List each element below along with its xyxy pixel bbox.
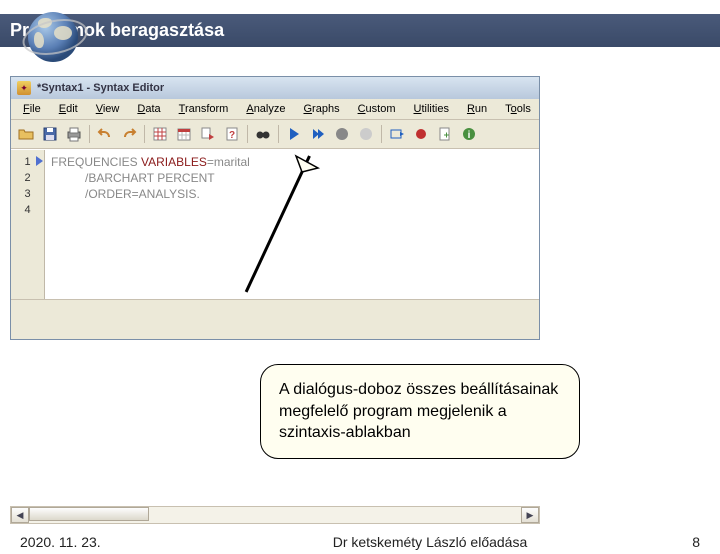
horizontal-scrollbar[interactable]: ◀ ▶	[10, 506, 540, 524]
gutter-line[interactable]: 2	[11, 170, 44, 186]
menu-run[interactable]: Run	[459, 101, 495, 117]
scroll-thumb[interactable]	[29, 507, 149, 521]
footer-page: 8	[640, 534, 700, 550]
menu-utilities[interactable]: Utilities	[406, 101, 457, 117]
gutter-line[interactable]: 4	[11, 202, 44, 218]
app-icon: ✦	[17, 81, 31, 95]
code-line: /BARCHART PERCENT	[51, 170, 533, 186]
scroll-left-button[interactable]: ◀	[11, 507, 29, 523]
chevron-left-icon: ◀	[17, 510, 24, 521]
globe-decor	[28, 12, 78, 62]
callout: A dialógus-doboz összes beállításainak m…	[260, 234, 580, 459]
svg-text:?: ?	[229, 130, 235, 141]
menu-analyze[interactable]: Analyze	[238, 101, 293, 117]
toolbar: ? i	[11, 120, 539, 149]
line-gutter: 1 2 3 4	[11, 150, 45, 299]
menu-transform[interactable]: Transform	[171, 101, 237, 117]
undo-icon[interactable]	[94, 123, 116, 145]
svg-text:i: i	[468, 130, 471, 141]
help-icon[interactable]: ?	[221, 123, 243, 145]
redo-icon[interactable]	[118, 123, 140, 145]
scroll-right-button[interactable]: ▶	[521, 507, 539, 523]
menu-data[interactable]: Data	[129, 101, 168, 117]
footer-center: Dr ketskeméty László előadása	[220, 534, 640, 550]
breakpoint-icon[interactable]	[410, 123, 432, 145]
export-icon[interactable]	[197, 123, 219, 145]
run-all-icon[interactable]	[307, 123, 329, 145]
scroll-track[interactable]	[29, 507, 521, 523]
save-icon[interactable]	[39, 123, 61, 145]
data-grid-icon[interactable]	[149, 123, 171, 145]
footer-date: 2020. 11. 23.	[20, 534, 220, 550]
stop-dim-icon[interactable]	[355, 123, 377, 145]
menu-view[interactable]: View	[88, 101, 128, 117]
menu-custom[interactable]: Custom	[350, 101, 404, 117]
menu-graphs[interactable]: Graphs	[295, 101, 347, 117]
goto-icon[interactable]	[386, 123, 408, 145]
callout-text: A dialógus-doboz összes beállításainak m…	[260, 364, 580, 459]
stop-icon[interactable]	[331, 123, 353, 145]
chevron-right-icon: ▶	[527, 510, 534, 521]
menu-edit[interactable]: Edit	[51, 101, 86, 117]
menu-tools[interactable]: Tools	[497, 101, 539, 117]
window-title: *Syntax1 - Syntax Editor	[37, 82, 164, 94]
slide-footer: 2020. 11. 23. Dr ketskeméty László előad…	[0, 534, 720, 550]
menu-file[interactable]: File	[15, 101, 49, 117]
calendar-icon[interactable]	[173, 123, 195, 145]
print-icon[interactable]	[63, 123, 85, 145]
current-line-marker	[36, 156, 43, 166]
run-icon[interactable]	[283, 123, 305, 145]
slide-title: Programok beragasztása	[0, 14, 720, 47]
open-icon[interactable]	[15, 123, 37, 145]
code-line: FREQUENCIES VARIABLES=marital	[51, 154, 533, 170]
binoculars-icon[interactable]	[252, 123, 274, 145]
window-title-bar: ✦ *Syntax1 - Syntax Editor	[11, 77, 539, 99]
menu-bar: File Edit View Data Transform Analyze Gr…	[11, 99, 539, 120]
info-icon[interactable]: i	[458, 123, 480, 145]
gutter-line[interactable]: 3	[11, 186, 44, 202]
new-file-icon[interactable]	[434, 123, 456, 145]
